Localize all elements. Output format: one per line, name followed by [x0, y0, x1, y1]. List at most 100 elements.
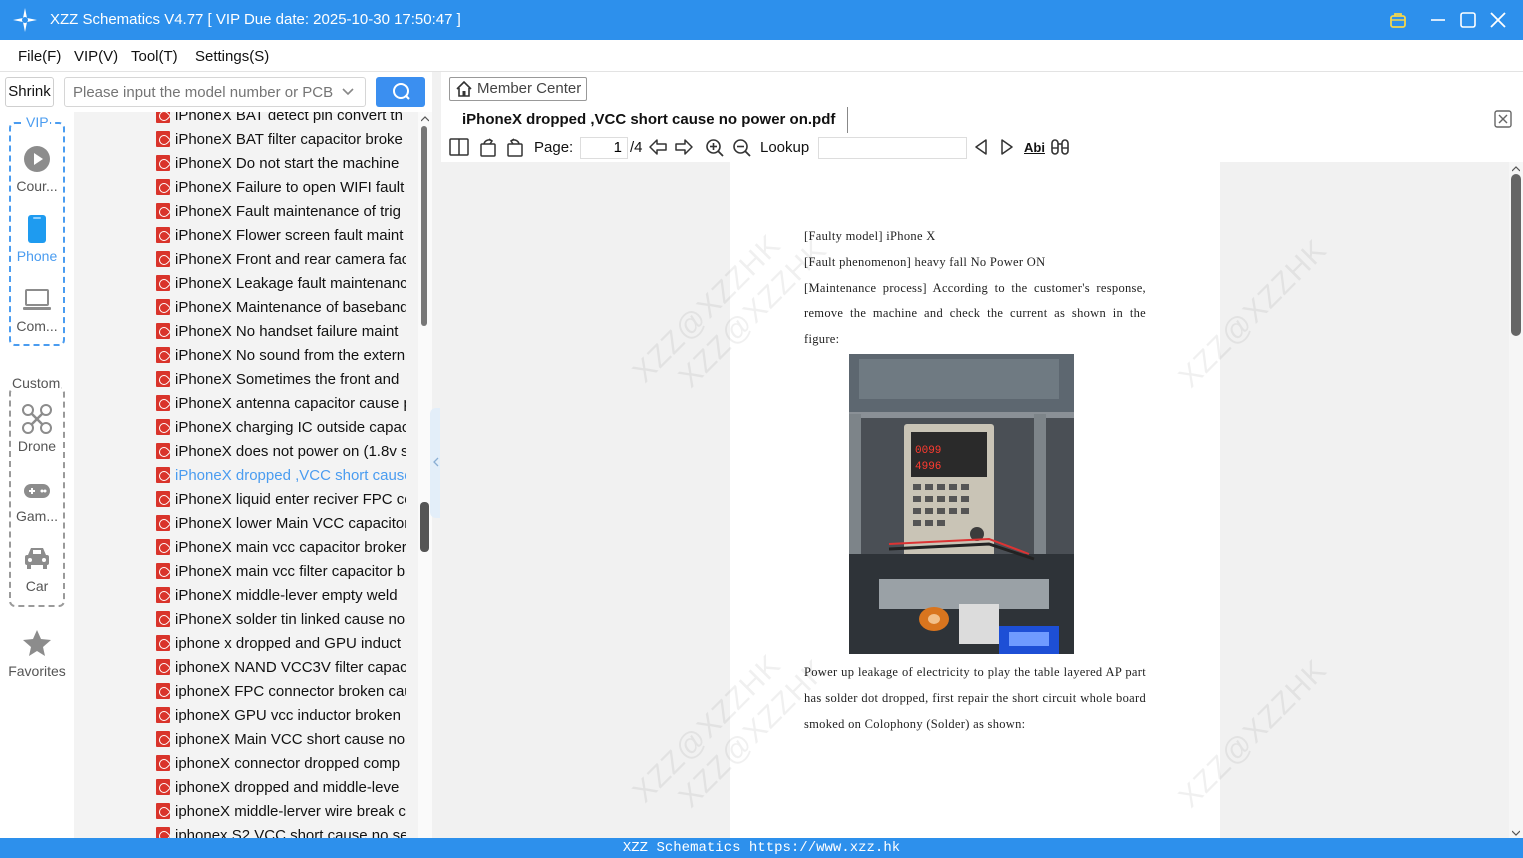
- file-name: iphoneX middle-lerver wire break c: [175, 803, 406, 820]
- scroll-up-icon[interactable]: [421, 116, 429, 122]
- list-item[interactable]: iPhoneX No handset failure maint: [156, 320, 406, 344]
- pdf-file-icon: [156, 779, 170, 795]
- close-tab-icon[interactable]: [1494, 110, 1512, 128]
- previous-page-icon[interactable]: [648, 138, 668, 156]
- list-item[interactable]: iPhoneX Failure to open WIFI fault: [156, 176, 406, 200]
- nav-computer[interactable]: Com...: [0, 318, 74, 334]
- list-item[interactable]: iPhoneX liquid enter reciver FPC co: [156, 488, 406, 512]
- app-logo-icon: [13, 8, 37, 32]
- rotate-left-icon[interactable]: [478, 137, 498, 157]
- star-icon[interactable]: [22, 629, 52, 657]
- play-circle-icon[interactable]: [23, 145, 51, 173]
- menu-vip[interactable]: VIP(V): [74, 48, 118, 65]
- drone-icon[interactable]: [22, 404, 52, 434]
- file-name: iPhoneX antenna capacitor cause p: [175, 395, 406, 412]
- list-item[interactable]: iphoneX Main VCC short cause no: [156, 728, 406, 752]
- list-item[interactable]: iPhoneX charging IC outside capac: [156, 416, 406, 440]
- list-item[interactable]: iphoneX middle-lerver wire break c: [156, 800, 406, 824]
- next-page-icon[interactable]: [674, 138, 694, 156]
- match-case-button[interactable]: Abi: [1024, 140, 1045, 155]
- viewer-scroll-thumb[interactable]: [1511, 174, 1521, 336]
- collapse-left-icon[interactable]: [433, 457, 439, 467]
- viewer-scroll-up-icon[interactable]: [1512, 166, 1520, 172]
- pdf-file-icon: [156, 659, 170, 675]
- list-item[interactable]: iPhoneX Sometimes the front and: [156, 368, 406, 392]
- file-list-scroll-thumb-2[interactable]: [420, 502, 429, 552]
- nav-games[interactable]: Gam...: [0, 508, 74, 524]
- viewer-scrollbar[interactable]: [1509, 162, 1523, 838]
- search-input[interactable]: [64, 77, 366, 107]
- gamepad-icon[interactable]: [23, 483, 51, 499]
- nav-phone[interactable]: Phone: [0, 248, 74, 264]
- list-item[interactable]: iPhoneX main vcc capacitor broker: [156, 536, 406, 560]
- find-next-icon[interactable]: [1000, 139, 1014, 155]
- pdf-viewer[interactable]: [Faulty model] iPhone X [Fault phenomeno…: [441, 162, 1509, 838]
- list-item[interactable]: iPhoneX No sound from the extern: [156, 344, 406, 368]
- laptop-icon[interactable]: [22, 288, 52, 312]
- close-icon[interactable]: [1488, 10, 1508, 30]
- shrink-button[interactable]: Shrink: [5, 77, 54, 107]
- minimize-icon[interactable]: [1428, 10, 1448, 30]
- file-name: iPhoneX Sometimes the front and: [175, 371, 400, 388]
- nav-favorites[interactable]: Favorites: [0, 663, 74, 679]
- list-item[interactable]: iphoneX dropped and middle-leve: [156, 776, 406, 800]
- menu-file[interactable]: File(F): [18, 48, 61, 65]
- page-number-input[interactable]: 1: [580, 137, 628, 159]
- list-item[interactable]: iPhoneX BAT detect pin convert th: [156, 112, 406, 128]
- list-item[interactable]: iPhoneX lower Main VCC capacitor: [156, 512, 406, 536]
- document-text-top: [Faulty model] iPhone X [Fault phenomeno…: [804, 224, 1146, 353]
- viewer-scroll-down-icon[interactable]: [1512, 830, 1520, 836]
- find-previous-icon[interactable]: [974, 139, 988, 155]
- list-item[interactable]: iphone x dropped and GPU induct: [156, 632, 406, 656]
- list-item[interactable]: iPhoneX Do not start the machine: [156, 152, 406, 176]
- menu-tool[interactable]: Tool(T): [131, 48, 178, 65]
- list-item[interactable]: iphoneX GPU vcc inductor broken: [156, 704, 406, 728]
- file-name: iPhoneX No sound from the extern: [175, 347, 406, 364]
- list-item[interactable]: iPhoneX does not power on (1.8v s: [156, 440, 406, 464]
- nav-courses[interactable]: Cour...: [0, 178, 74, 194]
- pane-splitter[interactable]: [430, 72, 441, 838]
- zoom-out-icon[interactable]: [732, 138, 752, 158]
- chevron-down-icon[interactable]: [341, 85, 355, 99]
- file-name: iPhoneX main vcc filter capacitor b: [175, 563, 406, 580]
- lookup-input[interactable]: [818, 137, 967, 159]
- nav-car[interactable]: Car: [0, 578, 74, 594]
- pdf-file-icon: [156, 203, 170, 219]
- menu-settings[interactable]: Settings(S): [195, 48, 269, 65]
- list-item[interactable]: iPhoneX BAT filter capacitor broke: [156, 128, 406, 152]
- pdf-file-icon: [156, 395, 170, 411]
- document-tab[interactable]: iPhoneX dropped ,VCC short cause no powe…: [449, 107, 849, 133]
- list-item[interactable]: iPhoneX Fault maintenance of trig: [156, 200, 406, 224]
- list-item[interactable]: iPhoneX Flower screen fault maint: [156, 224, 406, 248]
- list-item[interactable]: iPhoneX middle-lever empty weld: [156, 584, 406, 608]
- binoculars-icon[interactable]: [1050, 138, 1070, 156]
- file-list-scroll-thumb[interactable]: [421, 126, 427, 326]
- list-item[interactable]: iphoneX connector dropped comp: [156, 752, 406, 776]
- car-icon[interactable]: [23, 545, 51, 571]
- pdf-file-icon: [156, 635, 170, 651]
- list-item[interactable]: iPhoneX main vcc filter capacitor b: [156, 560, 406, 584]
- photo-display-top: 0099: [915, 445, 941, 457]
- list-item[interactable]: iPhoneX Maintenance of baseband: [156, 296, 406, 320]
- member-center-button[interactable]: Member Center: [449, 77, 587, 101]
- vip-bag-icon[interactable]: [1388, 10, 1408, 30]
- list-item[interactable]: iphonex S2 VCC short cause no ser: [156, 824, 406, 838]
- list-item[interactable]: iPhoneX solder tin linked cause no: [156, 608, 406, 632]
- nav-drone[interactable]: Drone: [0, 438, 74, 454]
- phone-icon[interactable]: [27, 214, 47, 244]
- file-name: iphoneX Main VCC short cause no: [175, 731, 406, 748]
- file-name: iPhoneX Do not start the machine: [175, 155, 400, 172]
- maximize-icon[interactable]: [1458, 10, 1478, 30]
- rotate-right-icon[interactable]: [505, 137, 525, 157]
- pdf-file-icon: [156, 251, 170, 267]
- list-item[interactable]: iPhoneX Leakage fault maintenanc: [156, 272, 406, 296]
- list-item[interactable]: iPhoneX dropped ,VCC short cause: [156, 464, 406, 488]
- search-button[interactable]: [376, 77, 425, 107]
- sidebar-toggle-icon[interactable]: [449, 138, 469, 156]
- file-name: iPhoneX middle-lever empty weld: [175, 587, 398, 604]
- list-item[interactable]: iPhoneX Front and rear camera fac: [156, 248, 406, 272]
- list-item[interactable]: iPhoneX antenna capacitor cause p: [156, 392, 406, 416]
- zoom-in-icon[interactable]: [705, 138, 725, 158]
- list-item[interactable]: iphoneX NAND VCC3V filter capac: [156, 656, 406, 680]
- list-item[interactable]: iphoneX FPC connector broken cau: [156, 680, 406, 704]
